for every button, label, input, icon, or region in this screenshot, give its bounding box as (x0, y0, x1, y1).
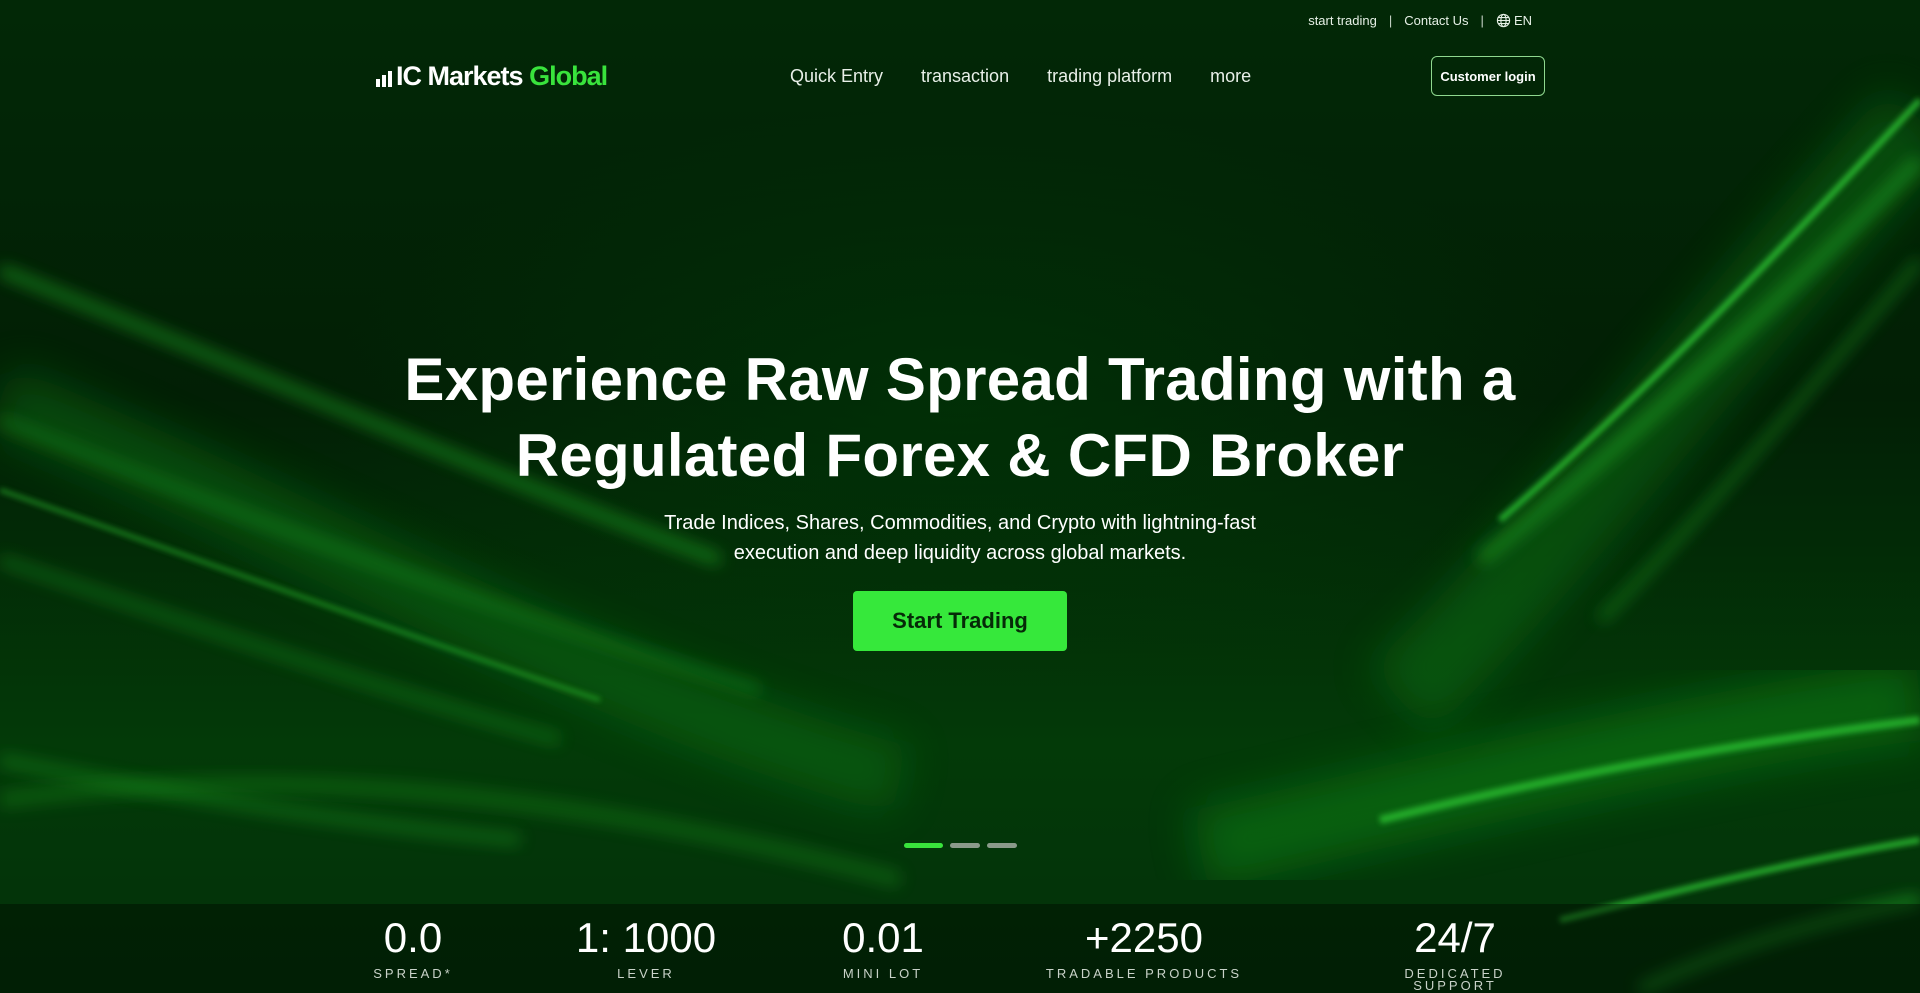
stat-label: TRADABLE PRODUCTS (1045, 966, 1243, 981)
language-selector[interactable]: EN (1496, 13, 1532, 28)
hero-headline-line1: Experience Raw Spread Trading with a (404, 346, 1516, 413)
logo-text-accent: Global (529, 61, 608, 91)
stat-label: DEDICATED SUPPORT (1404, 966, 1506, 993)
stat-label: SPREAD* (373, 966, 453, 981)
main-nav: Quick Entry transaction trading platform… (790, 64, 1251, 88)
stat-value: 0.01 (842, 914, 924, 961)
hero-headline: Experience Raw Spread Trading with a Reg… (360, 342, 1560, 494)
start-trading-button[interactable]: Start Trading (853, 591, 1067, 651)
utility-separator: | (1388, 12, 1393, 28)
hero-subheadline-line2: execution and deep liquidity across glob… (733, 542, 1187, 564)
nav-item-more[interactable]: more (1210, 64, 1251, 88)
hero-subheadline: Trade Indices, Shares, Commodities, and … (560, 508, 1360, 568)
stat-value: 0.0 (383, 914, 443, 961)
customer-login-button[interactable]: Customer login (1431, 56, 1545, 96)
carousel-dot-1[interactable] (904, 843, 943, 848)
stat-value: +2250 (1085, 914, 1203, 961)
logo-text-primary: IC Markets (396, 61, 524, 91)
stat-value: 24/7 (1414, 914, 1496, 961)
nav-item-transaction[interactable]: transaction (921, 64, 1009, 88)
stat-mini-lot: 0.01 MINI LOT (833, 904, 933, 980)
stat-spread: 0.0 SPREAD* (368, 904, 458, 980)
nav-item-trading-platform[interactable]: trading platform (1047, 64, 1172, 88)
carousel-dot-3[interactable] (987, 843, 1017, 848)
nav-item-quick-entry[interactable]: Quick Entry (790, 64, 883, 88)
utility-contact-us-link[interactable]: Contact Us (1404, 13, 1468, 28)
utility-separator: | (1480, 12, 1484, 28)
stats-bar: 0.0 SPREAD* 1: 1000 LEVER 0.01 MINI LOT … (0, 904, 1920, 993)
language-label: EN (1513, 12, 1532, 28)
stat-dedicated-support: 24/7 DEDICATED SUPPORT (1360, 904, 1550, 992)
utility-bar: start trading | Contact Us | EN (1308, 11, 1532, 29)
stat-tradable-products: +2250 TRADABLE PRODUCTS (1044, 904, 1244, 980)
stat-leverage: 1: 1000 LEVER (571, 904, 721, 980)
stat-value: 1: 1000 (575, 914, 717, 961)
carousel-indicators (904, 843, 1017, 848)
utility-start-trading-link[interactable]: start trading (1308, 13, 1377, 28)
carousel-dot-2[interactable] (950, 843, 980, 848)
hero-headline-line2: Regulated Forex & CFD Broker (515, 422, 1405, 489)
signal-bars-icon (376, 69, 392, 87)
site-logo[interactable]: IC Markets Global (376, 61, 608, 91)
globe-icon (1496, 13, 1511, 27)
hero-subheadline-line1: Trade Indices, Shares, Commodities, and … (664, 512, 1256, 534)
stat-label: MINI LOT (842, 966, 924, 981)
